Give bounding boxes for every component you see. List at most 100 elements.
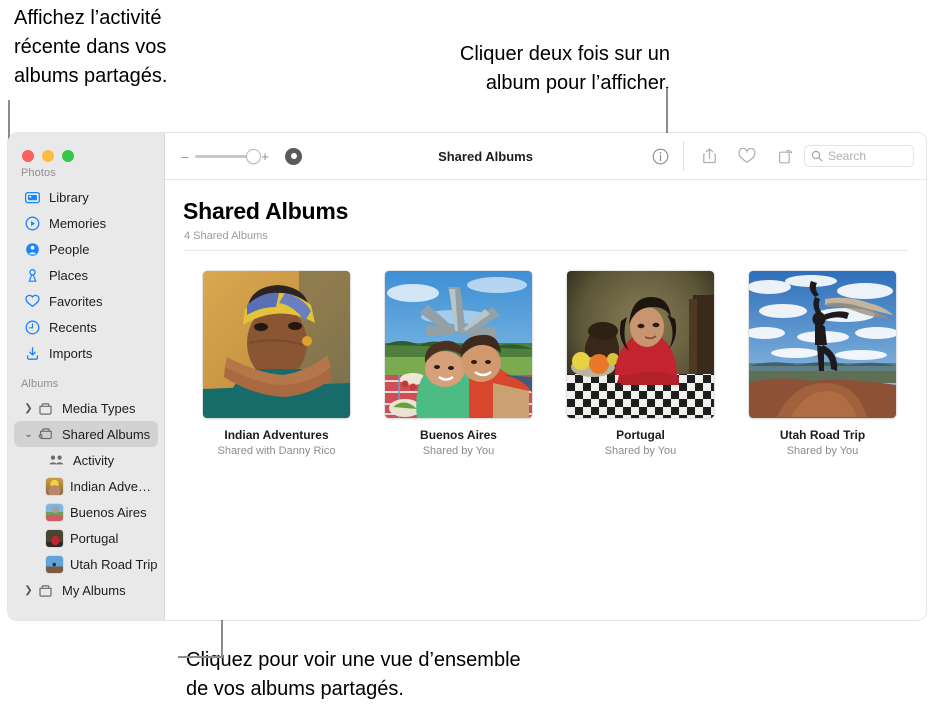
toolbar-title: Shared Albums [438, 148, 533, 164]
sidebar-item-shared-albums[interactable]: ⌄ Shared Albums [14, 421, 158, 447]
activity-icon [46, 451, 66, 469]
library-icon [22, 188, 42, 206]
sidebar-item-label: Recents [49, 319, 97, 335]
album-title: Utah Road Trip [779, 428, 866, 442]
sidebar-item-label: Library [49, 189, 89, 205]
album-card[interactable]: Indian Adventures Shared with Danny Rico [203, 271, 350, 457]
sidebar-item-library[interactable]: Library [14, 184, 158, 210]
zoom-out-label[interactable]: – [181, 150, 189, 163]
album-title: Indian Adventures [224, 428, 329, 442]
search-icon [811, 150, 823, 162]
album-thumbnail-icon [46, 477, 63, 495]
shared-album-icon [35, 425, 55, 443]
heart-icon [738, 148, 756, 164]
toolbar-actions: Search [641, 141, 926, 171]
close-button[interactable] [22, 150, 34, 162]
album-icon [35, 399, 55, 417]
sidebar-item-label: Activity [73, 452, 115, 468]
album-card[interactable]: Buenos Aires Shared by You [385, 271, 532, 457]
clock-icon [22, 318, 42, 336]
sidebar-item-places[interactable]: Places [14, 262, 158, 288]
sidebar-item-media-types[interactable]: ❯ Media Types [14, 395, 158, 421]
sidebar-item-label: Memories [49, 215, 107, 231]
album-subtitle: Shared by You [786, 445, 859, 457]
sidebar-item-label: Imports [49, 345, 93, 361]
sidebar-item-imports[interactable]: Imports [14, 340, 158, 366]
rotate-button[interactable] [766, 141, 804, 171]
sidebar-item-recents[interactable]: Recents [14, 314, 158, 340]
sidebar-item-label: Portugal [70, 530, 119, 546]
album-card[interactable]: Portugal Shared by You [567, 271, 714, 457]
sidebar-header-photos: Photos [21, 167, 56, 179]
album-thumbnail-icon [46, 503, 63, 521]
album-thumbnail-icon [46, 529, 63, 547]
sidebar-header-albums: Albums [21, 378, 59, 390]
zoom-button[interactable] [62, 150, 74, 162]
info-icon [652, 148, 668, 164]
share-button[interactable] [690, 141, 728, 171]
chevron-down-icon[interactable]: ⌄ [22, 429, 35, 440]
photo-boys-picnic [385, 271, 532, 418]
album-subtitle: Shared by You [604, 445, 677, 457]
chevron-right-icon[interactable]: ❯ [22, 403, 35, 414]
sidebar-item-activity[interactable]: Activity [14, 447, 158, 473]
minimize-button[interactable] [42, 150, 54, 162]
sidebar-item-utah-road-trip[interactable]: Utah Road Trip [14, 551, 158, 577]
memories-icon [22, 214, 42, 232]
album-thumbnail-indian-adventures[interactable] [203, 271, 350, 418]
album-thumbnail-buenos-aires[interactable] [385, 271, 532, 418]
sidebar-item-label: Utah Road Trip [70, 556, 158, 572]
albums-grid: Indian Adventures Shared with Danny Rico [203, 251, 926, 457]
album-icon [35, 581, 55, 599]
zoom-slider-track[interactable] [195, 149, 260, 163]
sidebar-item-favorites[interactable]: Favorites [14, 288, 158, 314]
favorite-button[interactable] [728, 141, 766, 171]
places-icon [22, 266, 42, 284]
sidebar-item-buenos-aires[interactable]: Buenos Aires [14, 499, 158, 525]
sidebar-item-indian-adventures[interactable]: Indian Advent… [14, 473, 158, 499]
page-title: Shared Albums [183, 198, 349, 224]
sidebar-item-label: Buenos Aires [70, 504, 147, 520]
view-options-button[interactable] [285, 147, 302, 165]
album-thumbnail-utah-road-trip[interactable] [749, 271, 896, 418]
zoom-in-label[interactable]: + [261, 150, 269, 163]
album-thumbnail-portugal[interactable] [567, 271, 714, 418]
sidebar-item-portugal[interactable]: Portugal [14, 525, 158, 551]
zoom-slider-knob[interactable] [247, 149, 260, 163]
callout-text-overview: Cliquez pour voir une vue d’ensemble de … [186, 649, 521, 700]
callout-text-open-album: Cliquer deux fois sur un album pour l’af… [459, 43, 670, 94]
heart-icon [22, 292, 42, 310]
sidebar-item-label: My Albums [62, 582, 126, 598]
toolbar-divider [683, 141, 684, 171]
callout-text-activity: Affichez l’activité récente dans vos alb… [14, 7, 168, 87]
photo-desert-dancer [749, 271, 896, 418]
album-card[interactable]: Utah Road Trip Shared by You [749, 271, 896, 457]
sidebar: Photos Library Memories People Places Fa… [8, 133, 165, 620]
album-thumbnail-icon [46, 555, 63, 573]
sidebar-item-label: Media Types [62, 400, 136, 416]
search-field[interactable]: Search [804, 145, 914, 167]
toolbar: – + Shared Albums Search [165, 133, 926, 180]
photo-woman-headwrap [203, 271, 350, 418]
content-area: – + Shared Albums Search Shared Albums 4… [165, 133, 926, 620]
chevron-right-icon[interactable]: ❯ [22, 585, 35, 596]
sidebar-item-label: Places [49, 267, 89, 283]
zoom-slider[interactable]: – + [181, 147, 302, 165]
page-subtitle: 4 Shared Albums [184, 230, 268, 242]
sidebar-item-memories[interactable]: Memories [14, 210, 158, 236]
people-icon [22, 240, 42, 258]
photo-woman-table [567, 271, 714, 418]
share-icon [702, 148, 716, 164]
sidebar-item-label: People [49, 241, 90, 257]
sidebar-item-label: Shared Albums [62, 426, 151, 442]
window-traffic-lights [22, 150, 74, 162]
album-title: Portugal [616, 428, 665, 442]
rotate-icon [778, 150, 792, 164]
info-button[interactable] [641, 141, 679, 171]
leader-line-overview-horizontal-bottom [178, 656, 223, 658]
import-icon [22, 344, 42, 362]
sidebar-item-people[interactable]: People [14, 236, 158, 262]
sidebar-item-my-albums[interactable]: ❯ My Albums [14, 577, 158, 603]
search-placeholder[interactable]: Search [828, 149, 866, 163]
main-pane: Shared Albums 4 Shared Albums Indian Adv… [165, 180, 926, 620]
